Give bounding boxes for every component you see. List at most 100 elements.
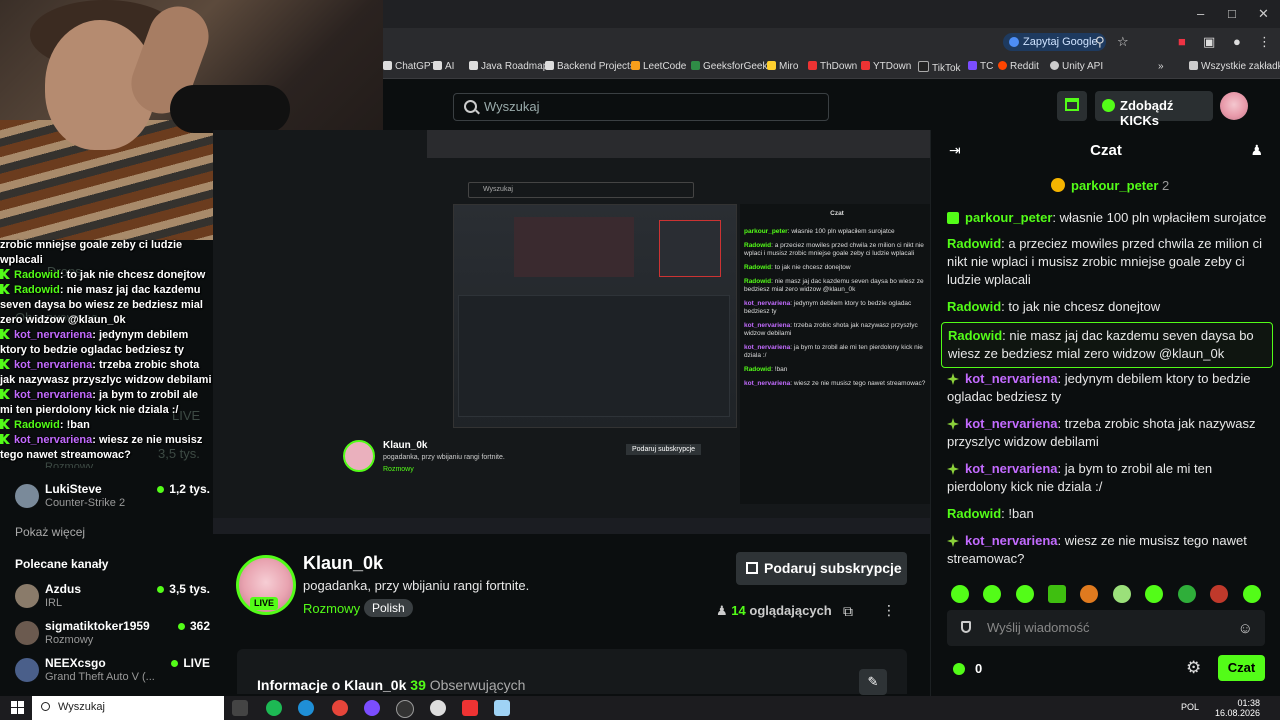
spark-badge-icon [947, 535, 959, 547]
emote-icon[interactable] [1178, 585, 1196, 603]
kick-coin-icon [1102, 99, 1115, 112]
user-avatar[interactable] [1220, 92, 1248, 120]
search-icon [464, 100, 477, 113]
menu-icon[interactable]: ⋮ [1258, 34, 1271, 50]
language-indicator[interactable]: POL [1181, 702, 1199, 712]
overlay-chat-line: kot_nervariena: ja bym to zrobil ale mi … [0, 389, 199, 416]
chat-title: Czat [1090, 142, 1122, 159]
obs-icon[interactable] [396, 700, 414, 718]
puzzle-icon[interactable]: ▣ [1203, 34, 1215, 50]
more-options-icon[interactable]: ⋮ [882, 602, 896, 619]
star-icon[interactable]: ☆ [1117, 34, 1129, 50]
task-view-icon[interactable] [232, 700, 248, 716]
kicks-balance[interactable]: 0 [953, 661, 982, 676]
all-bookmarks[interactable]: Wszystkie zakładki [1189, 61, 1280, 72]
bookmark-unity-api[interactable]: Unity API [1050, 61, 1103, 72]
get-kicks-button[interactable]: Zdobądź KICKs [1095, 91, 1213, 128]
bookmark-tc[interactable]: TC [968, 61, 993, 72]
close-icon[interactable]: ✕ [1258, 6, 1269, 22]
bookmark-geeksforgeeks[interactable]: GeeksforGeeks [691, 61, 772, 72]
show-more-link[interactable]: Pokaż więcej [15, 525, 85, 539]
share-icon[interactable]: ⧉ [843, 603, 853, 620]
profile-icon[interactable]: ● [1233, 34, 1241, 49]
stream-category[interactable]: Rozmowy [303, 601, 360, 616]
chat-message: kot_nervariena: wiesz ze nie musisz tego… [947, 533, 1247, 566]
zoom-icon[interactable]: ⚲ [1095, 34, 1105, 50]
maximize-icon[interactable]: □ [1228, 6, 1236, 21]
bookmark-java-roadmap[interactable]: Java Roadmap [469, 61, 548, 72]
kick-badge-icon [0, 284, 10, 294]
gift-subscription-button[interactable]: Podaruj subskrypcje [736, 552, 907, 585]
bookmark-ytdown[interactable]: YTDown [861, 61, 911, 72]
spark-badge-icon [947, 373, 959, 385]
send-chat-button[interactable]: Czat [1218, 655, 1265, 681]
sidebar-channel-sigmatiktoker1959[interactable]: sigmatiktoker1959 Rozmowy 362 [15, 617, 210, 649]
kick-badge-icon [0, 329, 10, 339]
bookmark-tiktok[interactable]: TikTok [918, 61, 961, 74]
emote-icon[interactable] [951, 585, 969, 603]
bookmark-backend-projects[interactable]: Backend Projects [545, 61, 635, 72]
gear-icon[interactable]: ⚙ [1186, 658, 1201, 678]
emote-icon[interactable] [1080, 585, 1098, 603]
kick-coin-icon [953, 663, 965, 675]
bookmark-reddit[interactable]: Reddit [998, 61, 1039, 72]
chrome-icon[interactable] [332, 700, 348, 716]
emote-icon[interactable] [1210, 585, 1228, 603]
sidebar-channel-neexcsgo[interactable]: NEEXcsgo Grand Theft Auto V (... LIVE [15, 654, 210, 686]
taskbar-search-input[interactable]: Wyszukaj [32, 696, 224, 720]
minimize-icon[interactable]: – [1197, 6, 1204, 21]
bookmark-thdown[interactable]: ThDown [808, 61, 857, 72]
overlay-chat-line: kot_nervariena: wiesz ze nie musisz tego… [0, 434, 203, 461]
stream-video-player[interactable]: Wyszukaj Czat parkour_peter: własnie 100… [213, 130, 930, 534]
pencil-icon: ✎ [867, 674, 879, 689]
overlay-chat-line: zrobic mniejse goale zeby ci ludzie wpla… [0, 239, 183, 266]
avatar [15, 621, 39, 645]
edge-icon[interactable] [298, 700, 314, 716]
recommended-title: Polecane kanały [15, 557, 109, 571]
alien-icon[interactable] [430, 700, 446, 716]
emote-icon[interactable] [983, 585, 1001, 603]
stream-tag[interactable]: Polish [364, 599, 413, 617]
emote-icon[interactable] [1243, 585, 1261, 603]
emoji-icon[interactable]: ☺ [1238, 620, 1253, 637]
pinned-gifter[interactable]: parkour_peter 2 [1051, 178, 1169, 193]
channel-name[interactable]: Klaun_0k [303, 553, 383, 574]
overlay-chat-line: Radowid: !ban [0, 418, 213, 433]
emote-icon[interactable] [1145, 585, 1163, 603]
sidebar-channel-lukisteve[interactable]: LukiSteve Counter-Strike 2 1,2 tys. [15, 480, 210, 512]
edit-button[interactable]: ✎ [859, 669, 887, 695]
viewers-icon: ♟ [716, 603, 728, 618]
nested-video [453, 204, 737, 428]
viewer-count: ♟ 14 oglądających [716, 603, 832, 618]
emote-icon[interactable] [1113, 585, 1131, 603]
app-icon-2[interactable] [494, 700, 510, 716]
emote-icon[interactable] [1016, 585, 1034, 603]
overlay-chat-line: kot_nervariena: trzeba zrobic shota jak … [0, 359, 212, 386]
bookmark-chatgpt[interactable]: ChatGPT [383, 61, 437, 72]
calendar-button[interactable] [1057, 91, 1087, 121]
spotify-icon[interactable] [266, 700, 282, 716]
app-icon[interactable] [364, 700, 380, 716]
windows-start-icon[interactable] [11, 701, 24, 714]
zapytaj-google-button[interactable]: Zapytaj Google [1003, 33, 1106, 51]
search-input[interactable]: Wyszukaj [453, 93, 829, 121]
overlay-chat-line: Radowid: to jak nie chcesz donejtow [0, 268, 213, 283]
chevron-right-icon[interactable]: » [1158, 61, 1164, 72]
chat-message: parkour_peter: własnie 100 pln wpłaciłem… [947, 209, 1267, 227]
spark-badge-icon [947, 418, 959, 430]
bookmark-leetcode[interactable]: LeetCode [631, 61, 686, 72]
chat-message-input[interactable]: Wyślij wiadomość ☺ [947, 610, 1265, 646]
emote-icon[interactable] [1048, 585, 1066, 603]
shield-icon [961, 621, 971, 633]
extension-icon[interactable]: ■ [1178, 34, 1186, 49]
nested-chat: Czat parkour_peter: własnie 100 pln wpła… [740, 204, 930, 504]
youtube-icon[interactable] [462, 700, 478, 716]
bookmark-miro[interactable]: Miro [767, 61, 798, 72]
clock[interactable]: 01:38 16.08.2026 [1215, 698, 1260, 718]
bookmarks-bar: ChatGPT AI Java Roadmap Backend Projects… [383, 56, 1280, 79]
chat-users-icon[interactable]: ♟ [1250, 142, 1263, 159]
bookmark-ai[interactable]: AI [433, 61, 454, 72]
nested-search-input: Wyszukaj [468, 182, 694, 198]
sidebar-channel-azdus[interactable]: Azdus IRL 3,5 tys. [15, 580, 210, 612]
left-sidebar: LukiSteve Counter-Strike 2 1,2 tys. Poka… [0, 468, 213, 696]
